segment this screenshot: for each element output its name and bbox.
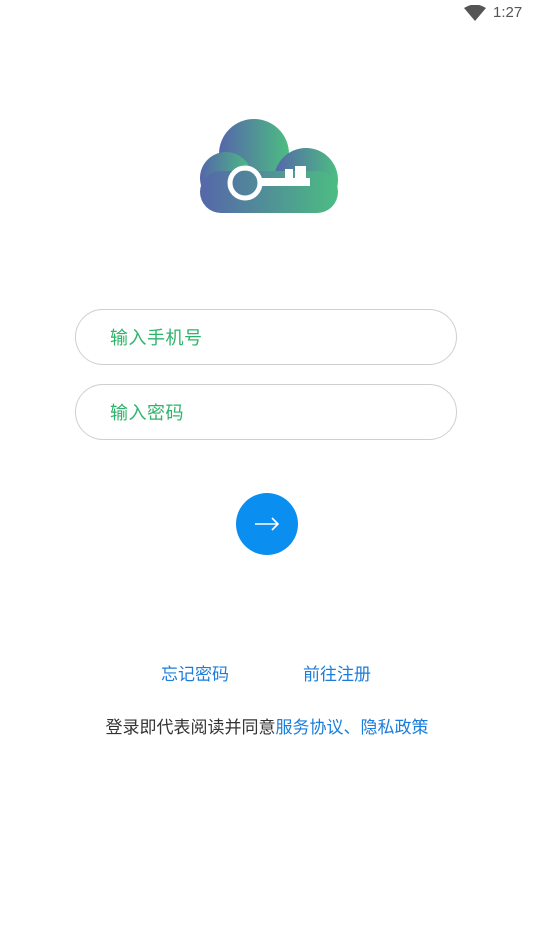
forgot-password-link[interactable]: 忘记密码: [161, 660, 229, 685]
wifi-icon: [464, 5, 486, 21]
status-bar: 1:27: [0, 0, 534, 28]
privacy-policy-link[interactable]: 隐私政策: [361, 718, 429, 738]
service-terms-link[interactable]: 服务协议: [276, 718, 344, 738]
password-placeholder: 输入密码: [110, 403, 184, 424]
agreement-text: 登录即代表阅读并同意服务协议、隐私政策: [0, 713, 534, 738]
cloud-key-logo: [200, 119, 338, 213]
status-time: 1:27: [493, 4, 523, 21]
password-input[interactable]: 输入密码: [75, 384, 457, 440]
login-submit-button[interactable]: [236, 493, 298, 555]
agreement-separator: 、: [343, 718, 361, 738]
register-link[interactable]: 前往注册: [303, 660, 371, 685]
phone-placeholder: 输入手机号: [110, 328, 203, 349]
agreement-prefix: 登录即代表阅读并同意: [105, 718, 276, 738]
phone-input[interactable]: 输入手机号: [75, 309, 457, 365]
arrow-right-icon: [255, 517, 280, 531]
